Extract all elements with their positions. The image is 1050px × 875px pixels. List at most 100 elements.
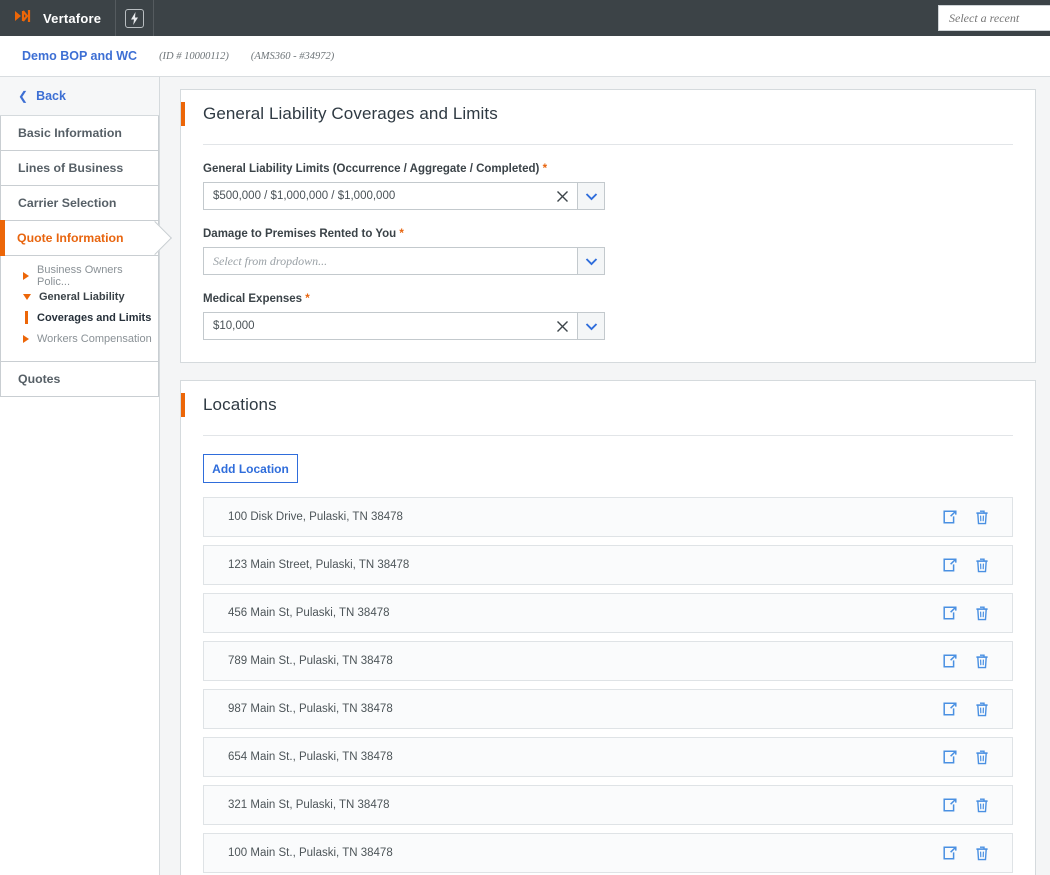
add-location-button[interactable]: Add Location: [203, 454, 298, 483]
damage-to-premises-value[interactable]: Select from dropdown...: [204, 248, 577, 274]
medical-expenses-value[interactable]: $10,000: [204, 313, 547, 339]
delete-location-button[interactable]: [966, 510, 998, 525]
location-row: 987 Main St., Pulaski, TN 38478: [203, 689, 1013, 729]
location-address: 100 Main St., Pulaski, TN 38478: [228, 847, 393, 859]
location-address: 456 Main St, Pulaski, TN 38478: [228, 607, 390, 619]
back-link[interactable]: ❮ Back: [0, 77, 159, 116]
account-breadcrumb-bar: Demo BOP and WC (ID # 10000112) (AMS360 …: [0, 36, 1050, 77]
edit-location-button[interactable]: [934, 702, 966, 716]
vertafore-logo-icon: [14, 9, 36, 28]
location-address: 123 Main Street, Pulaski, TN 38478: [228, 559, 410, 571]
chevron-down-icon: [585, 322, 597, 330]
sidebar-item-label: Quotes: [18, 372, 61, 386]
card-header: General Liability Coverages and Limits: [181, 90, 1035, 134]
edit-external-link-icon: [943, 702, 957, 716]
subnav-item-label: General Liability: [39, 290, 125, 303]
trash-can-icon: [976, 654, 988, 668]
subnav-item-label: Workers Compensation: [37, 332, 152, 345]
edit-location-button[interactable]: [934, 510, 966, 524]
sidebar-item-label: Carrier Selection: [18, 196, 117, 210]
sidebar-item-carrier-selection[interactable]: Carrier Selection: [0, 186, 159, 221]
location-row: 100 Disk Drive, Pulaski, TN 38478: [203, 497, 1013, 537]
trash-can-icon: [976, 750, 988, 764]
trash-can-icon: [976, 606, 988, 620]
subnav-item-coverages-and-limits[interactable]: Coverages and Limits: [1, 307, 158, 328]
chevron-down-icon: [585, 257, 597, 265]
edit-location-button[interactable]: [934, 558, 966, 572]
required-asterisk: *: [305, 293, 310, 305]
edit-location-button[interactable]: [934, 798, 966, 812]
edit-location-button[interactable]: [934, 606, 966, 620]
edit-external-link-icon: [943, 846, 957, 860]
workflow-sidebar: ❮ Back Basic Information Lines of Busine…: [0, 77, 160, 875]
edit-external-link-icon: [943, 510, 957, 524]
edit-external-link-icon: [943, 558, 957, 572]
medical-expenses-select[interactable]: $10,000: [203, 312, 605, 340]
quick-actions-button[interactable]: [116, 0, 155, 36]
delete-location-button[interactable]: [966, 606, 998, 621]
dropdown-toggle-button[interactable]: [577, 313, 604, 339]
sidebar-item-label: Basic Information: [18, 126, 122, 140]
main-content: General Liability Coverages and Limits G…: [160, 77, 1050, 875]
brand-logo[interactable]: Vertafore: [0, 0, 117, 36]
field-general-liability-limits: General Liability Limits (Occurrence / A…: [203, 163, 1013, 210]
sidebar-item-lines-of-business[interactable]: Lines of Business: [0, 151, 159, 186]
coverages-and-limits-card: General Liability Coverages and Limits G…: [180, 89, 1036, 363]
field-label: Medical Expenses *: [203, 293, 1013, 305]
location-address: 100 Disk Drive, Pulaski, TN 38478: [228, 511, 403, 523]
sidebar-item-label: Lines of Business: [18, 161, 124, 175]
account-id-label: (ID # 10000112): [159, 50, 229, 62]
sidebar-subnav: Business Owners Polic... General Liabili…: [0, 256, 159, 362]
triangle-down-icon: [23, 293, 31, 300]
dropdown-toggle-button[interactable]: [577, 183, 604, 209]
general-liability-limits-select[interactable]: $500,000 / $1,000,000 / $1,000,000: [203, 182, 605, 210]
locations-card: Locations Add Location 100 Disk Drive, P…: [180, 380, 1036, 875]
location-row: 654 Main St., Pulaski, TN 38478: [203, 737, 1013, 777]
top-navigation-bar: Vertafore: [0, 0, 1050, 36]
edit-location-button[interactable]: [934, 654, 966, 668]
subnav-item-workers-compensation[interactable]: Workers Compensation: [1, 328, 158, 349]
edit-external-link-icon: [943, 606, 957, 620]
recent-items-search[interactable]: [938, 5, 1050, 31]
edit-external-link-icon: [943, 750, 957, 764]
clear-button[interactable]: [547, 313, 577, 339]
trash-can-icon: [976, 798, 988, 812]
delete-location-button[interactable]: [966, 798, 998, 813]
trash-can-icon: [976, 702, 988, 716]
brand-name: Vertafore: [43, 10, 102, 26]
field-label: Damage to Premises Rented to You *: [203, 228, 1013, 240]
sidebar-item-basic-information[interactable]: Basic Information: [0, 116, 159, 151]
location-address: 987 Main St., Pulaski, TN 38478: [228, 703, 393, 715]
dropdown-toggle-button[interactable]: [577, 248, 604, 274]
subnav-item-business-owners-policy[interactable]: Business Owners Polic...: [1, 264, 158, 288]
triangle-right-icon: [23, 334, 29, 343]
page-body: ❮ Back Basic Information Lines of Busine…: [0, 77, 1050, 875]
delete-location-button[interactable]: [966, 558, 998, 573]
field-label-text: General Liability Limits (Occurrence / A…: [203, 163, 540, 175]
subnav-item-general-liability[interactable]: General Liability: [1, 286, 158, 307]
edit-location-button[interactable]: [934, 846, 966, 860]
active-bar-marker: [25, 311, 28, 324]
trash-can-icon: [976, 846, 988, 860]
delete-location-button[interactable]: [966, 654, 998, 669]
chevron-left-icon: ❮: [18, 89, 29, 103]
damage-to-premises-select[interactable]: Select from dropdown...: [203, 247, 605, 275]
field-medical-expenses: Medical Expenses * $10,000: [203, 293, 1013, 340]
account-name-link[interactable]: Demo BOP and WC: [22, 49, 137, 63]
edit-location-button[interactable]: [934, 750, 966, 764]
delete-location-button[interactable]: [966, 702, 998, 717]
account-source-label: (AMS360 - #34972): [250, 50, 335, 62]
clear-button[interactable]: [547, 183, 577, 209]
locations-list: 100 Disk Drive, Pulaski, TN 38478 123 Ma…: [203, 497, 1013, 873]
delete-location-button[interactable]: [966, 750, 998, 765]
close-x-icon: [556, 320, 568, 332]
sidebar-item-quotes[interactable]: Quotes: [0, 362, 159, 397]
general-liability-limits-value[interactable]: $500,000 / $1,000,000 / $1,000,000: [204, 183, 547, 209]
edit-external-link-icon: [943, 798, 957, 812]
sidebar-item-quote-information[interactable]: Quote Information: [0, 220, 159, 256]
delete-location-button[interactable]: [966, 846, 998, 861]
recent-search-input[interactable]: [947, 9, 1049, 27]
field-damage-to-premises: Damage to Premises Rented to You * Selec…: [203, 228, 1013, 275]
back-label: Back: [36, 89, 66, 103]
